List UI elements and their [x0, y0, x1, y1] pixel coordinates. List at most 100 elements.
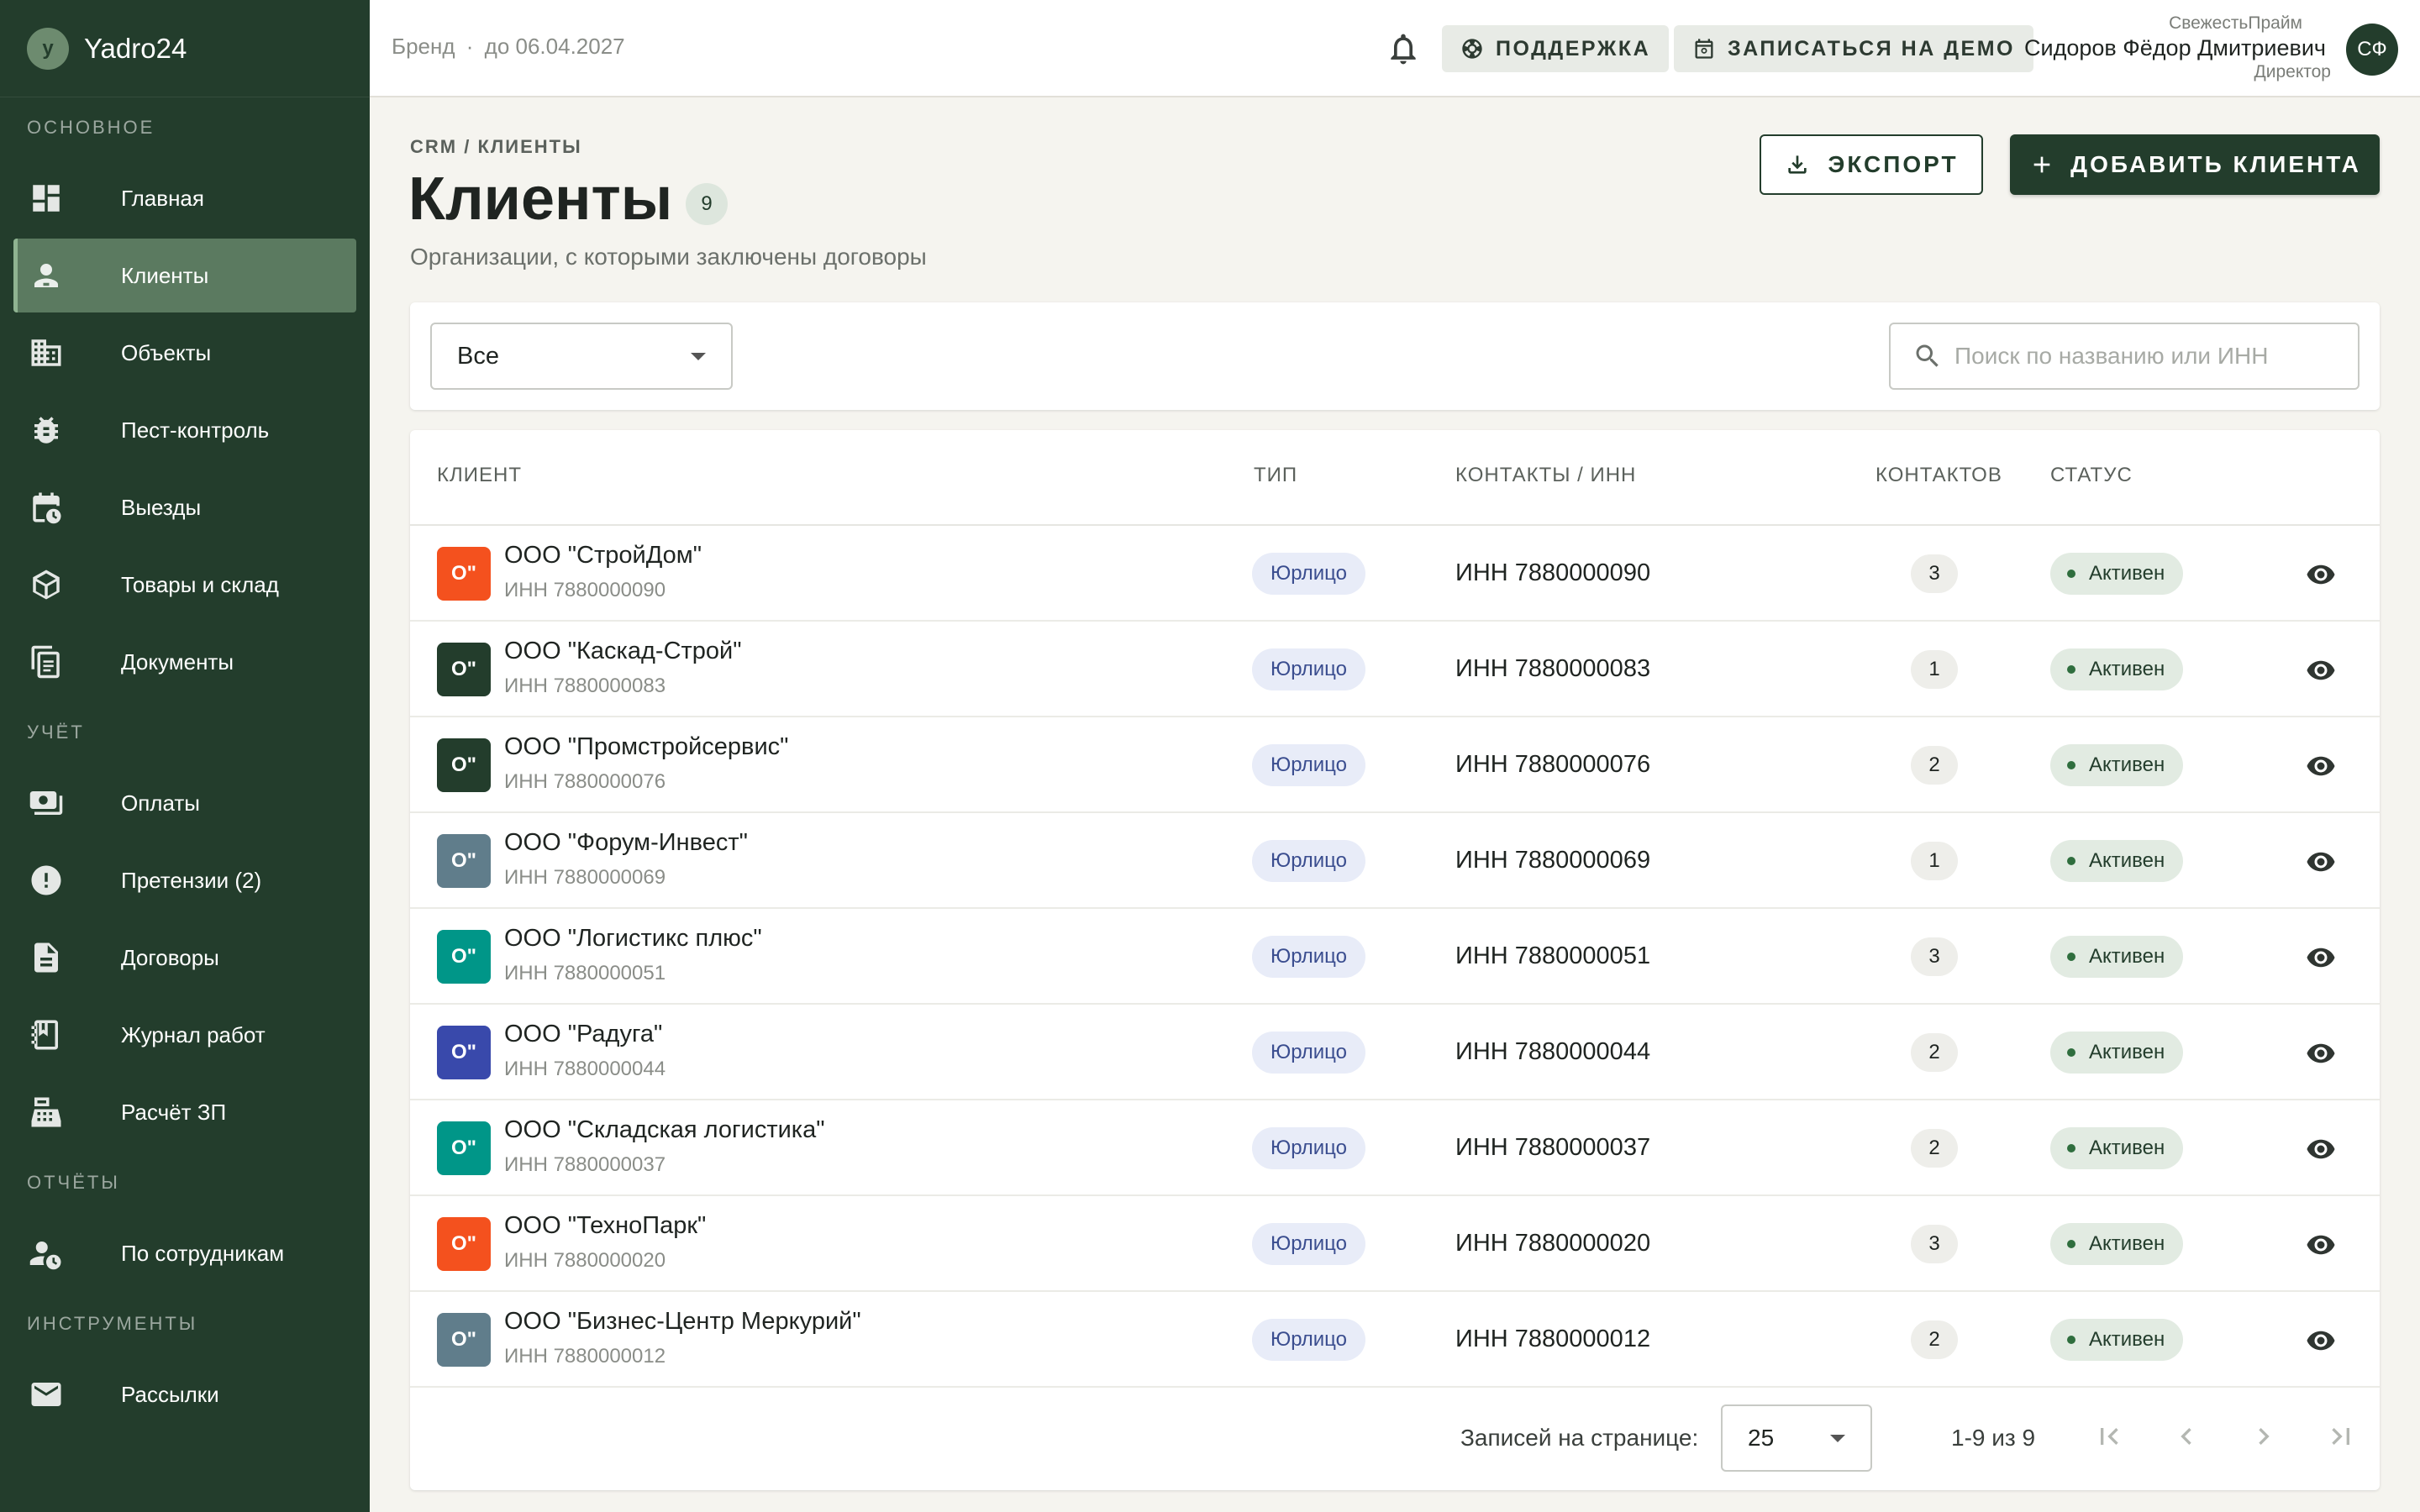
sidebar-item-calendar-clock[interactable]: Выезды — [13, 470, 356, 544]
status-label: Активен — [2089, 945, 2165, 968]
client-name[interactable]: ООО "ТехноПарк" — [504, 1212, 706, 1240]
sidebar-item-label: Пест-контроль — [121, 417, 270, 443]
sidebar-item-clients[interactable]: Клиенты — [13, 239, 356, 312]
table-row[interactable]: О" ООО "Форум-Инвест" ИНН 7880000069 Юрлицо… — [410, 813, 2380, 909]
table-row[interactable]: О" ООО "Радуга" ИНН 7880000044 Юрлицо ИНН 78… — [410, 1005, 2380, 1100]
rows-per-page-label: Записей на странице: — [1460, 1425, 1699, 1451]
view-eye-icon[interactable] — [2306, 1230, 2336, 1260]
client-name[interactable]: ООО "Радуга" — [504, 1021, 662, 1048]
bug-icon — [29, 412, 64, 448]
cash-register-icon — [29, 1095, 64, 1130]
client-name[interactable]: ООО "СтройДом" — [504, 542, 702, 570]
rows-per-page-select[interactable]: 25 — [1721, 1404, 1872, 1472]
view-eye-icon[interactable] — [2306, 1326, 2336, 1356]
sidebar-item-documents[interactable]: Документы — [13, 625, 356, 699]
plan-label: Бренд — [392, 34, 455, 59]
table-row[interactable]: О" ООО "ТехноПарк" ИНН 7880000020 Юрлицо ИНН… — [410, 1196, 2380, 1292]
client-name[interactable]: ООО "Промстройсервис" — [504, 733, 788, 761]
sidebar-item-building[interactable]: Объекты — [13, 316, 356, 390]
view-eye-icon[interactable] — [2306, 942, 2336, 973]
column-header-status[interactable]: СТАТУС — [2050, 464, 2133, 487]
clients-table: КЛИЕНТ ТИП КОНТАКТЫ / ИНН КОНТАКТОВ СТАТ… — [410, 430, 2380, 1490]
table-row[interactable]: О" ООО "Логистикс плюс" ИНН 7880000051 Юрли… — [410, 909, 2380, 1005]
package-icon — [29, 567, 64, 602]
sidebar-item-cash-register[interactable]: Расчёт ЗП — [13, 1075, 356, 1149]
column-header-type[interactable]: ТИП — [1254, 464, 1297, 487]
sidebar-item-bug[interactable]: Пест-контроль — [13, 393, 356, 467]
status-label: Активен — [2089, 1137, 2165, 1159]
client-inn: ИНН 7880000083 — [1455, 655, 1651, 682]
first-page-icon[interactable] — [2091, 1418, 2128, 1455]
chevron-down-icon — [691, 353, 706, 360]
table-row[interactable]: О" ООО "Каскад-Строй" ИНН 7880000083 Юрлицо… — [410, 622, 2380, 717]
user-name[interactable]: Сидоров Фёдор Дмитриевич — [2023, 35, 2326, 61]
status-badge: Активен — [2050, 648, 2184, 690]
sidebar-item-dashboard[interactable]: Главная — [13, 161, 356, 235]
view-eye-icon[interactable] — [2306, 1134, 2336, 1164]
client-avatar: О" — [437, 834, 491, 888]
client-name[interactable]: ООО "Логистикс плюс" — [504, 925, 762, 953]
status-badge: Активен — [2050, 744, 2184, 786]
view-eye-icon[interactable] — [2306, 655, 2336, 685]
type-chip: Юрлицо — [1252, 936, 1366, 978]
status-dot — [2067, 761, 2075, 769]
view-eye-icon[interactable] — [2306, 1038, 2336, 1068]
search-field[interactable] — [1889, 323, 2360, 390]
status-badge: Активен — [2050, 840, 2184, 882]
status-dot — [2067, 1240, 2075, 1248]
sidebar-item-alert-circle[interactable]: Претензии (2) — [13, 843, 356, 917]
dashboard-icon — [29, 181, 64, 216]
client-name[interactable]: ООО "Форум-Инвест" — [504, 829, 748, 857]
nav-section-title: ОТЧЁТЫ — [27, 1172, 120, 1193]
notifications-bell-icon[interactable] — [1385, 30, 1422, 67]
contract-icon — [29, 940, 64, 975]
journal-icon — [29, 1017, 64, 1053]
sidebar-item-package[interactable]: Товары и склад — [13, 548, 356, 622]
sidebar-item-contract[interactable]: Договоры — [13, 921, 356, 995]
sidebar-item-label: По сотрудникам — [121, 1240, 285, 1266]
brand[interactable]: y Yadro24 — [0, 0, 370, 97]
last-page-icon[interactable] — [2323, 1418, 2360, 1455]
brand-logo: y — [27, 27, 69, 70]
user-avatar[interactable]: СФ — [2346, 24, 2398, 76]
next-page-icon[interactable] — [2245, 1418, 2282, 1455]
table-row[interactable]: О" ООО "СтройДом" ИНН 7880000090 Юрлицо ИНН … — [410, 526, 2380, 622]
client-inn-subtitle: ИНН 7880000012 — [504, 1345, 666, 1368]
status-badge: Активен — [2050, 1223, 2184, 1265]
sidebar-item-mail[interactable]: Рассылки — [13, 1357, 356, 1431]
type-filter-select[interactable]: Все — [430, 323, 733, 390]
search-input[interactable] — [1954, 343, 2341, 370]
topbar: Бренд · до 06.04.2027 ПОДДЕРЖКА ЗАПИСАТЬ… — [370, 0, 2420, 97]
table-row[interactable]: О" ООО "Складская логистика" ИНН 788000003… — [410, 1100, 2380, 1196]
support-icon — [1462, 39, 1482, 59]
previous-page-icon[interactable] — [2168, 1418, 2205, 1455]
client-name[interactable]: ООО "Складская логистика" — [504, 1116, 825, 1144]
client-inn: ИНН 7880000037 — [1455, 1134, 1651, 1161]
column-header-client[interactable]: КЛИЕНТ — [437, 464, 522, 487]
nav-section-title: ИНСТРУМЕНТЫ — [27, 1313, 198, 1334]
client-name[interactable]: ООО "Бизнес-Центр Меркурий" — [504, 1308, 861, 1336]
export-button[interactable]: ЭКСПОРТ — [1760, 134, 1983, 195]
client-inn: ИНН 7880000090 — [1455, 559, 1651, 586]
sidebar-item-label: Претензии (2) — [121, 867, 262, 893]
sidebar-item-label: Документы — [121, 648, 234, 675]
view-eye-icon[interactable] — [2306, 847, 2336, 877]
table-row[interactable]: О" ООО "Бизнес-Центр Меркурий" ИНН 7880000… — [410, 1292, 2380, 1388]
support-button[interactable]: ПОДДЕРЖКА — [1442, 25, 1670, 72]
contacts-count-badge: 2 — [1911, 1033, 1958, 1072]
table-row[interactable]: О" ООО "Промстройсервис" ИНН 7880000076 Юрл… — [410, 717, 2380, 813]
view-eye-icon[interactable] — [2306, 751, 2336, 781]
client-avatar: О" — [437, 643, 491, 696]
view-eye-icon[interactable] — [2306, 559, 2336, 590]
sidebar-item-employee-clock[interactable]: По сотрудникам — [13, 1216, 356, 1290]
column-header-contacts-count[interactable]: КОНТАКТОВ — [1876, 464, 2002, 487]
column-header-contacts-inn[interactable]: КОНТАКТЫ / ИНН — [1455, 464, 1636, 487]
client-inn: ИНН 7880000069 — [1455, 847, 1651, 874]
sidebar-item-payments[interactable]: Оплаты — [13, 766, 356, 840]
demo-button[interactable]: ЗАПИСАТЬСЯ НА ДЕМО — [1674, 25, 2033, 72]
status-dot — [2067, 1048, 2075, 1057]
client-name[interactable]: ООО "Каскад-Строй" — [504, 638, 742, 665]
add-client-button[interactable]: ДОБАВИТЬ КЛИЕНТА — [2010, 134, 2380, 195]
client-inn: ИНН 7880000051 — [1455, 942, 1651, 969]
sidebar-item-journal[interactable]: Журнал работ — [13, 998, 356, 1072]
